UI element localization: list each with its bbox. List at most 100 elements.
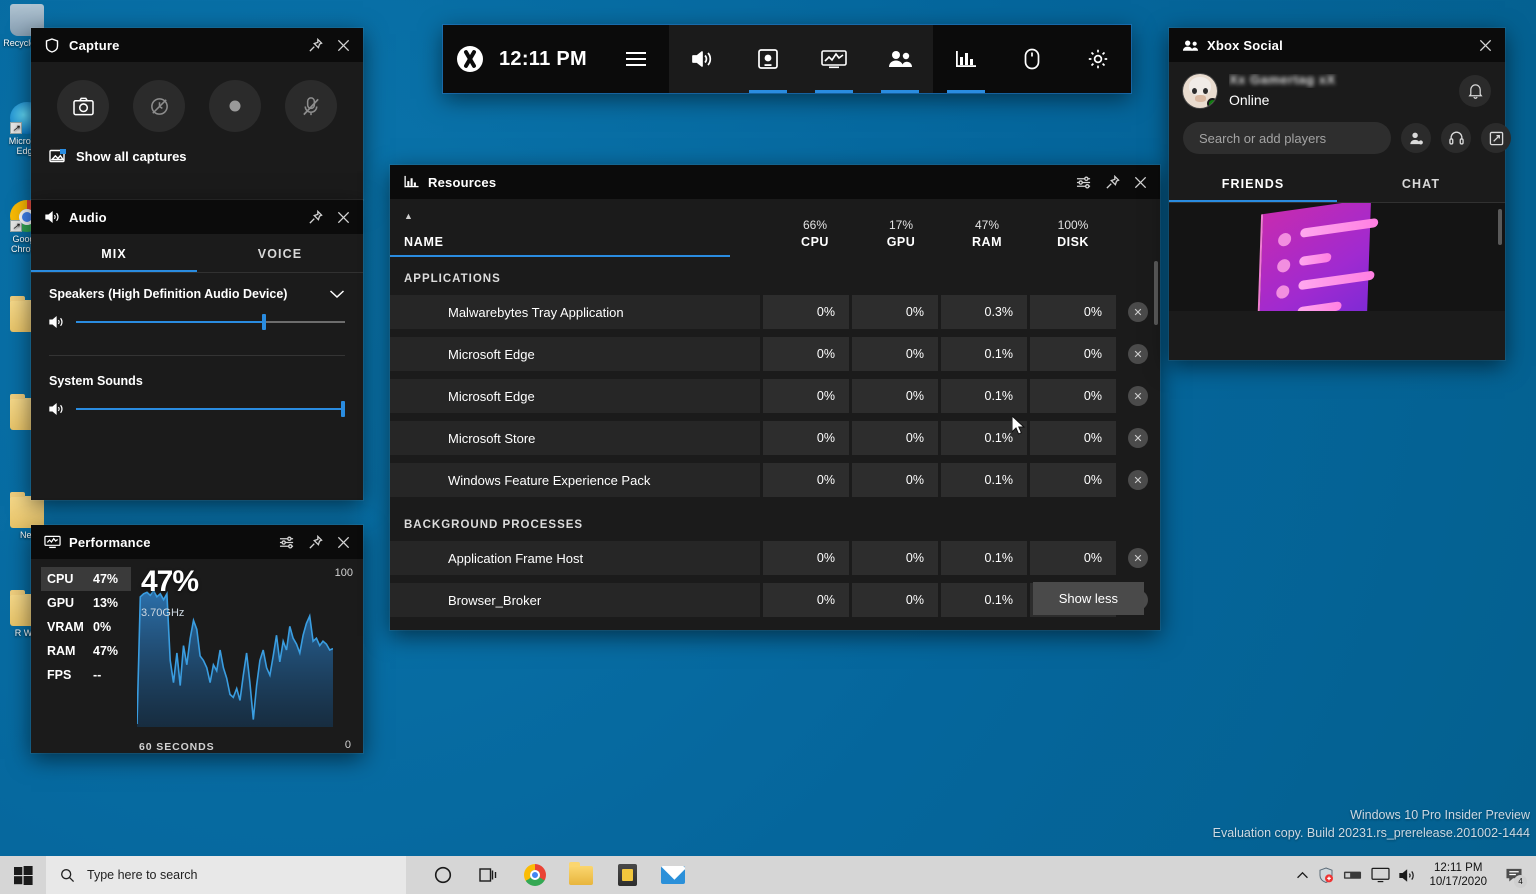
table-row[interactable]: Malwarebytes Tray Application 0% 0% 0.3%…	[390, 293, 1160, 331]
metric-gpu[interactable]: GPU 13%	[41, 591, 131, 615]
resources-process-list[interactable]: APPLICATIONS Malwarebytes Tray Applicati…	[390, 257, 1160, 629]
close-icon[interactable]: ✕	[1128, 386, 1148, 406]
pin-icon[interactable]	[301, 528, 329, 556]
metric-cpu[interactable]: CPU 47%	[41, 567, 131, 591]
show-less-button[interactable]: Show less	[1033, 582, 1144, 615]
show-all-captures-link[interactable]: Show all captures	[31, 138, 363, 164]
table-row[interactable]: e Microsoft Edge 0% 0% 0.1% 0% ✕	[390, 335, 1160, 373]
tab-voice[interactable]: VOICE	[197, 234, 363, 272]
close-icon[interactable]: ✕	[1128, 548, 1148, 568]
table-row[interactable]: ▪ Application Frame Host 0% 0% 0.1% 0% ✕	[390, 539, 1160, 577]
mic-toggle-button[interactable]	[285, 80, 337, 132]
avatar[interactable]	[1183, 74, 1217, 108]
pin-icon[interactable]	[1098, 168, 1126, 196]
chrome-button[interactable]	[514, 856, 556, 894]
settings-button[interactable]	[1065, 25, 1131, 93]
table-row[interactable]: ▯ Microsoft Store 0% 0% 0.1% 0% ✕	[390, 419, 1160, 457]
close-icon[interactable]: ✕	[1128, 344, 1148, 364]
volume-track[interactable]	[76, 408, 345, 410]
start-recording-button[interactable]	[209, 80, 261, 132]
end-task-button[interactable]: ✕	[1116, 344, 1160, 364]
party-chat-button[interactable]	[1441, 123, 1471, 153]
store-icon	[618, 864, 637, 886]
close-icon[interactable]: ✕	[1128, 302, 1148, 322]
performance-widget-title: Performance	[69, 535, 273, 550]
volume-track[interactable]	[76, 321, 345, 323]
action-center-button[interactable]: 4	[1500, 856, 1528, 894]
game-bar-menu-button[interactable]	[603, 25, 669, 93]
social-scrollbar[interactable]	[1498, 209, 1502, 245]
shield-icon[interactable]	[1318, 867, 1334, 884]
close-icon[interactable]: ✕	[1128, 470, 1148, 490]
close-icon[interactable]	[329, 203, 357, 231]
audio-device-volume-slider[interactable]	[49, 301, 345, 333]
search-icon	[60, 868, 75, 883]
xbox-logo-icon[interactable]	[443, 46, 497, 72]
search-input[interactable]: Type here to search	[46, 856, 406, 894]
tab-chat[interactable]: CHAT	[1337, 164, 1505, 202]
volume-thumb[interactable]	[262, 314, 266, 330]
usb-icon[interactable]	[1343, 869, 1362, 881]
close-icon[interactable]	[1471, 31, 1499, 59]
metric-ram[interactable]: RAM 47%	[41, 639, 131, 663]
bell-icon[interactable]	[1459, 75, 1491, 107]
resources-scrollbar[interactable]	[1154, 261, 1158, 325]
column-cpu[interactable]: 66% CPU	[772, 218, 858, 257]
column-name[interactable]: ▲ NAME	[390, 205, 772, 257]
file-explorer-button[interactable]	[560, 856, 602, 894]
end-task-button[interactable]: ✕	[1116, 470, 1160, 490]
close-icon[interactable]	[329, 528, 357, 556]
monitor-icon[interactable]	[1371, 867, 1390, 883]
pin-icon[interactable]	[301, 31, 329, 59]
record-last-30s-button[interactable]	[133, 80, 185, 132]
sliders-icon[interactable]	[273, 528, 301, 556]
xbox-social-button[interactable]	[867, 25, 933, 93]
audio-device-header[interactable]: Speakers (High Definition Audio Device)	[49, 287, 345, 301]
table-row[interactable]: e Microsoft Edge 0% 0% 0.1% 0% ✕	[390, 377, 1160, 415]
screenshot-button[interactable]	[57, 80, 109, 132]
audio-button[interactable]	[669, 25, 735, 93]
table-row[interactable]: ▭ Windows Feature Experience Pack 0% 0% …	[390, 461, 1160, 499]
chevron-up-icon[interactable]	[1296, 871, 1309, 880]
mail-button[interactable]	[652, 856, 694, 894]
tab-mix[interactable]: MIX	[31, 234, 197, 272]
volume-thumb[interactable]	[341, 401, 345, 417]
speaker-icon[interactable]	[1399, 868, 1416, 883]
search-input[interactable]	[1183, 122, 1391, 154]
cortana-button[interactable]	[422, 856, 464, 894]
xbox-social-body: Xx Gamertag xX Online	[1169, 62, 1505, 311]
close-icon[interactable]	[1126, 168, 1154, 196]
task-view-button[interactable]	[468, 856, 510, 894]
column-gpu[interactable]: 17% GPU	[858, 218, 944, 257]
system-sounds-volume-slider[interactable]	[49, 388, 345, 420]
resources-widget: Resources ▲ NAME 66% CPU 17% GPU	[390, 165, 1160, 630]
volume-fill	[76, 321, 264, 323]
close-icon[interactable]	[329, 31, 357, 59]
add-friend-button[interactable]	[1401, 123, 1431, 153]
microsoft-store-button[interactable]	[606, 856, 648, 894]
end-task-button[interactable]: ✕	[1116, 386, 1160, 406]
performance-button[interactable]	[801, 25, 867, 93]
metric-value: 13%	[93, 596, 125, 610]
resources-button[interactable]	[933, 25, 999, 93]
social-search-row	[1169, 114, 1505, 158]
column-ram[interactable]: 47% RAM	[944, 218, 1030, 257]
sliders-icon[interactable]	[1070, 168, 1098, 196]
tab-friends[interactable]: FRIENDS	[1169, 164, 1337, 202]
capture-button[interactable]	[735, 25, 801, 93]
end-task-button[interactable]: ✕	[1116, 548, 1160, 568]
process-gpu: 0%	[852, 421, 938, 455]
close-icon[interactable]: ✕	[1128, 428, 1148, 448]
chevron-down-icon[interactable]	[329, 289, 345, 299]
new-message-button[interactable]	[1481, 123, 1511, 153]
metric-fps[interactable]: FPS --	[41, 663, 131, 687]
process-disk: 0%	[1030, 379, 1116, 413]
process-gpu: 0%	[852, 541, 938, 575]
mouse-settings-button[interactable]	[999, 25, 1065, 93]
column-disk[interactable]: 100% DISK	[1030, 218, 1116, 257]
taskbar-clock[interactable]: 12:11 PM 10/17/2020	[1425, 861, 1491, 889]
pin-icon[interactable]	[301, 203, 329, 231]
metric-vram[interactable]: VRAM 0%	[41, 615, 131, 639]
windows-start-icon[interactable]	[0, 856, 46, 894]
end-task-button[interactable]: ✕	[1116, 428, 1160, 448]
